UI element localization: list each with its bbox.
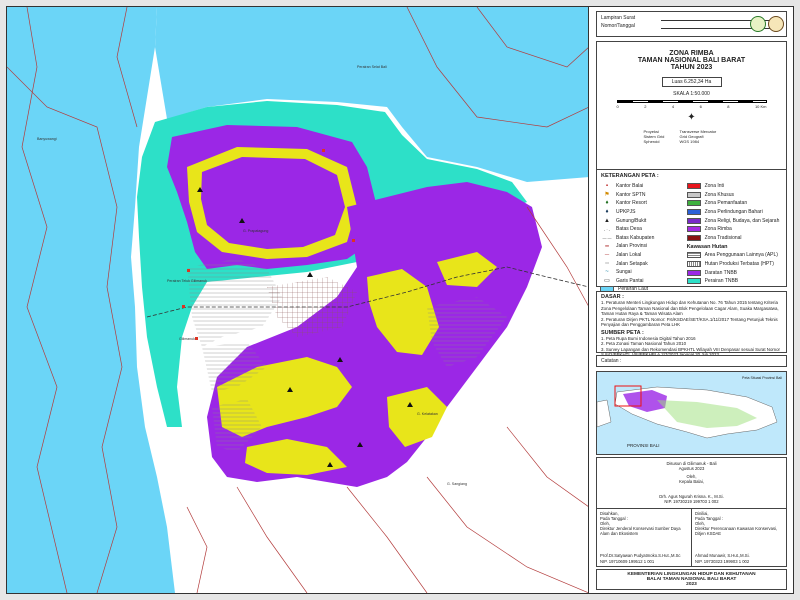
legend-zona-khusus: Zona Khusus <box>686 191 783 200</box>
legend-garis-pantai: ▭ Garis Pantai <box>604 277 644 285</box>
map-label: G. Prapatagung <box>243 229 269 233</box>
inset-label: PROVINSI BALI <box>627 443 660 448</box>
kawasan-title: Kawasan Hutan <box>686 244 728 251</box>
inset-svg <box>596 372 786 454</box>
legend-zona-tradisional: Zona Tradisional <box>686 234 783 243</box>
park-logo-icon <box>768 16 784 32</box>
info-panel: Lampiran Surat Nomor/Tanggal ZONA RIMBA … <box>590 7 793 593</box>
legend-jalan-lokal: ─ Jalan Lokal <box>604 252 642 259</box>
inset-map: Peta Situasi Provinsi Bali PROVINSI BALI <box>596 371 787 455</box>
sign-right: Diniliai, Pada Tanggal : Oleh, Direktur … <box>695 511 778 564</box>
ministry-logo-icon <box>750 16 766 32</box>
legend-perairan-tnbb: Perairan TNBB <box>686 277 783 286</box>
map-label: Banyuwangi <box>37 137 57 141</box>
footer-box: KEMENTERIAN LINGKUNGAN HIDUP DAN KEHUTAN… <box>596 569 787 590</box>
legend-kantor-resort: ♦ Kantor Resort <box>605 200 647 207</box>
legend-left: ▪ Kantor Balai ⚑ Kantor SPTN ♦ Kantor Resor… <box>600 182 687 294</box>
title-box: ZONA RIMBA TAMAN NASIONAL BALI BARAT TAH… <box>596 41 787 173</box>
map-label: Perairan Selat Bali <box>357 65 387 69</box>
title-line3: TAHUN 2023 <box>670 64 713 71</box>
legend-zona-rimba: Zona Rimba <box>686 225 783 234</box>
legend-hpt: Hutan Produksi Terbatas (HPT) <box>686 260 783 269</box>
legend-sungai: ~ Sungai <box>605 269 632 276</box>
title-line2: TAMAN NASIONAL BALI BARAT <box>637 57 746 64</box>
scale-bar: 0 2 4 6 8 10 Km <box>616 100 767 109</box>
inset-title: Peta Situasi Provinsi Bali <box>742 376 782 380</box>
legend-right: Zona Inti Zona Khusus Zona Pemanfaatan Z… <box>686 182 783 294</box>
legend-upkpjs: ♦ UPKPJS <box>605 209 636 216</box>
map-svg[interactable] <box>7 7 589 593</box>
catatan-box: Catatan : <box>596 355 787 367</box>
map-label: G. Sangiang <box>447 482 467 486</box>
nomor-label: Nomor/Tanggal <box>601 23 635 30</box>
legend-jalan-setapak: ┄ Jalan Setapak <box>605 260 648 268</box>
map-label: G. Kelatakan <box>417 412 438 416</box>
map-label: Gilimanuk <box>179 337 195 341</box>
sources-box: DASAR : 1. Peraturan Menteri Lingkungan … <box>596 291 787 357</box>
legend-kantor-sptn: ⚑ Kantor SPTN <box>604 191 646 199</box>
map-sheet: Banyuwangi Perairan Selat Bali G. Prapat… <box>6 6 794 594</box>
lampiran-box: Lampiran Surat Nomor/Tanggal <box>596 11 787 37</box>
legend-kantor-balai: ▪ Kantor Balai <box>605 183 644 190</box>
legend-zona-religi: Zona Religi, Budaya, dan Sejarah <box>686 216 783 225</box>
legend-apl: Area Penggunaan Lainnya (APL) <box>686 251 783 260</box>
legend-zona-inti: Zona Inti <box>686 182 783 191</box>
legend-batas-kabupaten: — — Batas Kabupaten <box>602 234 655 241</box>
legend-daratan: Daratan TNBB <box>686 268 783 277</box>
map-canvas[interactable]: Banyuwangi Perairan Selat Bali G. Prapat… <box>7 7 589 593</box>
lampiran-label: Lampiran Surat <box>601 15 636 21</box>
area-badge: Luas 6.252,34 Ha <box>661 77 722 87</box>
title-line1: ZONA RIMBA <box>669 50 714 57</box>
legend-zona-pemanfaatan: Zona Pemanfaatan <box>686 199 783 208</box>
legend-jalan-provinsi: ━ Jalan Provinsi <box>605 243 648 250</box>
map-label: Perairan Teluk Gilimanuk <box>167 279 207 283</box>
legend-title: KETERANGAN PETA : <box>601 173 659 179</box>
legend-batas-desa: - · - Batas Desa <box>603 226 642 233</box>
legend-gunung: ▲ Gunung/Bukit <box>604 217 647 224</box>
signature-box: Disusun di Gilimanuk - Bali Agustus 2023… <box>596 457 787 567</box>
north-arrow-icon: ✦ <box>687 112 696 123</box>
legend-box: KETERANGAN PETA : ▪ Kantor Balai ⚑ Kantor … <box>596 169 787 293</box>
sign-left: Disahkan, Pada Tanggal : Oleh, Direktur … <box>597 509 692 566</box>
legend-zona-perlindungan: Zona Perlindungan Bahari <box>686 208 783 217</box>
scale-label: SKALA 1:50.000 <box>673 91 710 97</box>
